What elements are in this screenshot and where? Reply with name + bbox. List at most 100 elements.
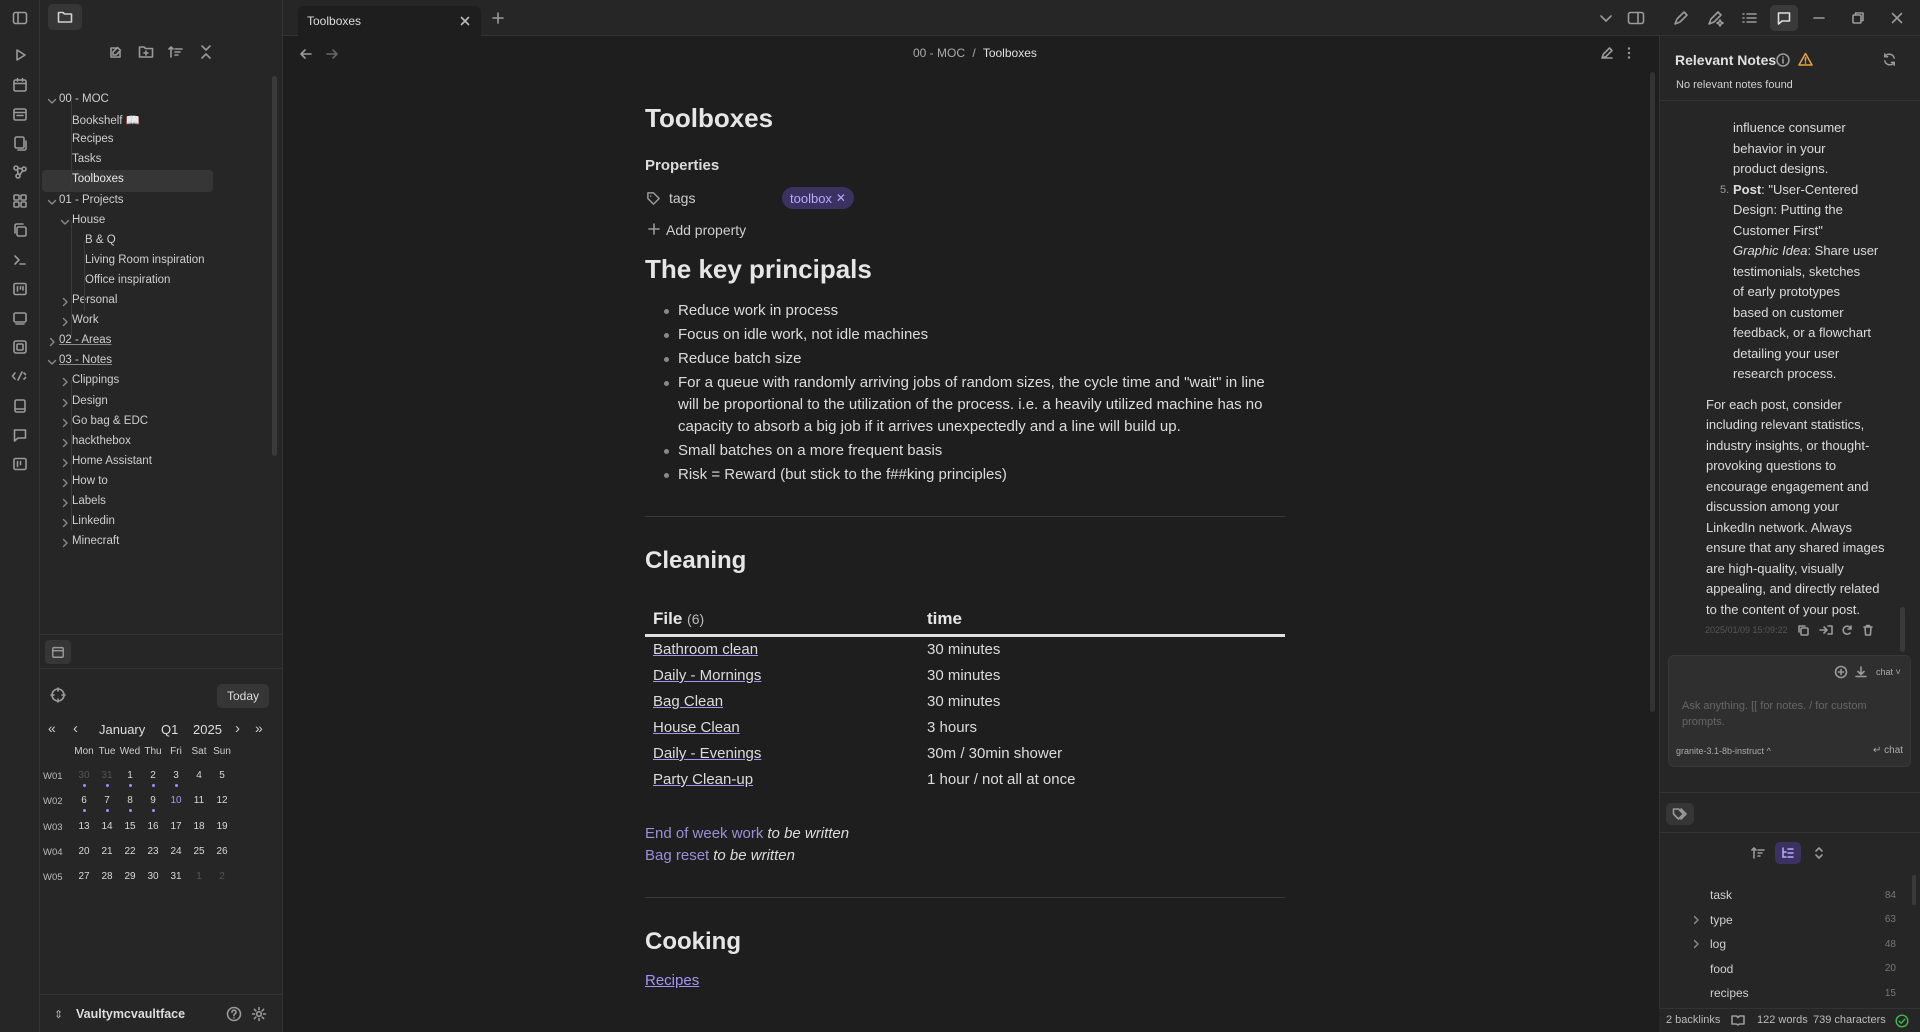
settings-gear-icon[interactable] (251, 1006, 267, 1022)
right-sidebar-toggle-icon[interactable] (1627, 10, 1645, 26)
vault-name[interactable]: Vaultymcvaultface (76, 1007, 185, 1021)
sidebar-toggle-icon[interactable] (9, 7, 31, 29)
calendar-day[interactable]: 25 (187, 846, 211, 857)
heading-cooking[interactable]: Cooking (645, 928, 741, 956)
new-chat-icon[interactable] (1834, 665, 1848, 679)
table-file-link[interactable]: House Clean (653, 719, 740, 736)
tree-item[interactable]: 01 - Projects (40, 191, 240, 213)
chevron-right-icon[interactable] (59, 517, 71, 529)
more-options-icon[interactable] (1626, 46, 1632, 60)
board-icon[interactable] (9, 453, 31, 475)
chevron-right-icon[interactable] (59, 296, 71, 308)
calendar-day[interactable]: 21 (95, 846, 119, 857)
calendar-day[interactable]: 16 (141, 821, 165, 832)
tree-item[interactable]: hackthebox (40, 432, 240, 454)
calendar-day[interactable]: 2 (141, 770, 165, 781)
week-number[interactable]: W05 (43, 872, 63, 883)
table-file-link[interactable]: Daily - Mornings (653, 667, 761, 684)
daily-note-icon[interactable] (9, 103, 31, 125)
code-percent-icon[interactable] (9, 365, 31, 387)
tree-item[interactable]: Bookshelf 📖 (40, 110, 240, 132)
calendar-day[interactable]: 29 (118, 871, 142, 882)
calendar-day[interactable]: 18 (187, 821, 211, 832)
tree-item[interactable]: Linkedin (40, 512, 240, 534)
chevron-right-icon[interactable] (1690, 914, 1710, 926)
delete-message-icon[interactable] (1862, 624, 1874, 636)
new-folder-icon[interactable] (138, 44, 154, 60)
refresh-icon[interactable] (1882, 52, 1897, 67)
copy-icon[interactable] (9, 219, 31, 241)
chat-input-placeholder[interactable]: Ask anything. [[ for notes. / for custom… (1682, 698, 1897, 730)
principle-item[interactable]: Reduce work in process (678, 300, 1288, 322)
back-arrow-icon[interactable] (299, 47, 313, 61)
calendar-day[interactable]: 1 (118, 770, 142, 781)
tree-item[interactable]: Tasks (40, 150, 240, 172)
calendar-day-today[interactable]: 10 (164, 795, 188, 806)
vault-switch-icon[interactable]: ⇕ (54, 1008, 63, 1021)
calendar-icon[interactable] (9, 74, 31, 96)
collapse-all-icon[interactable] (198, 44, 214, 60)
copy-message-icon[interactable] (1797, 624, 1809, 636)
note-scrollbar[interactable] (1650, 72, 1655, 712)
chat-panel-icon[interactable] (1770, 5, 1798, 31)
week-number[interactable]: W04 (43, 847, 63, 858)
tree-item[interactable]: Design (40, 392, 240, 414)
files-icon[interactable] (9, 132, 31, 154)
chevron-right-icon[interactable] (59, 477, 71, 489)
chat-input-box[interactable]: chat ˅ Ask anything. [[ for notes. / for… (1668, 655, 1911, 767)
regenerate-icon[interactable] (1841, 624, 1853, 636)
file-tree-scrollbar[interactable] (272, 76, 277, 456)
backlinks-count[interactable]: 2 backlinks (1666, 1014, 1720, 1026)
tags-expand-icon[interactable] (1812, 846, 1826, 860)
calendar-day[interactable]: 8 (118, 795, 142, 806)
principle-item[interactable]: For a queue with randomly arriving jobs … (678, 372, 1288, 438)
calendar-day[interactable]: 22 (118, 846, 142, 857)
calendar-prev-button[interactable]: ‹ (73, 720, 78, 737)
chevron-down-icon[interactable] (46, 356, 58, 368)
calendar-tab-icon[interactable] (45, 640, 71, 664)
canvas-icon[interactable] (9, 190, 31, 212)
tree-item[interactable]: Work (40, 311, 240, 333)
principle-item[interactable]: Small batches on a more frequent basis (678, 440, 1288, 462)
table-file-link[interactable]: Daily - Evenings (653, 745, 761, 762)
calendar-day[interactable]: 13 (72, 821, 96, 832)
heading-cleaning[interactable]: Cleaning (645, 547, 746, 575)
add-property-plus-icon[interactable] (648, 223, 660, 235)
table-file-link[interactable]: Party Clean-up (653, 771, 753, 788)
tree-item[interactable]: Personal (40, 291, 240, 313)
calendar-day[interactable]: 7 (95, 795, 119, 806)
week-number[interactable]: W01 (43, 771, 63, 782)
tab-toolboxes[interactable]: Toolboxes (298, 6, 481, 36)
model-selector[interactable]: granite-3.1-8b-instruct ^ (1676, 746, 1771, 756)
chevron-right-icon[interactable] (1690, 938, 1710, 950)
calendar-day[interactable]: 31 (95, 770, 119, 781)
chevron-right-icon[interactable] (59, 376, 71, 388)
chevron-right-icon[interactable] (59, 457, 71, 469)
remove-tag-icon[interactable]: ✕ (836, 191, 846, 205)
reading-mode-icon[interactable] (1731, 1014, 1745, 1026)
chevron-right-icon[interactable] (59, 497, 71, 509)
tree-item[interactable]: B & Q (40, 231, 240, 253)
calendar-day[interactable]: 28 (95, 871, 119, 882)
chevron-right-icon[interactable] (46, 336, 58, 348)
tree-item[interactable]: Home Assistant (40, 452, 240, 474)
terminal-icon[interactable] (9, 249, 31, 271)
graph-icon[interactable] (9, 161, 31, 183)
calendar-day[interactable]: 30 (141, 871, 165, 882)
calendar-day[interactable]: 15 (118, 821, 142, 832)
new-note-icon[interactable] (108, 44, 124, 60)
breadcrumb-folder[interactable]: 00 - MOC (913, 46, 965, 60)
tree-item[interactable]: 02 - Areas (40, 331, 240, 353)
chat-scrollbar[interactable] (1900, 607, 1905, 652)
restore-icon[interactable] (1851, 11, 1865, 25)
calendar-day[interactable]: 26 (210, 846, 234, 857)
send-chat-button[interactable]: ↵ chat (1873, 745, 1903, 756)
ai-sparkle-icon[interactable] (1706, 9, 1724, 27)
help-icon[interactable] (226, 1006, 242, 1022)
crosshair-icon[interactable] (50, 687, 66, 703)
breadcrumb-current[interactable]: Toolboxes (983, 46, 1037, 60)
chevron-right-icon[interactable] (59, 537, 71, 549)
tree-item[interactable]: House (40, 211, 240, 233)
calendar-day[interactable]: 23 (141, 846, 165, 857)
chevron-right-icon[interactable] (59, 437, 71, 449)
